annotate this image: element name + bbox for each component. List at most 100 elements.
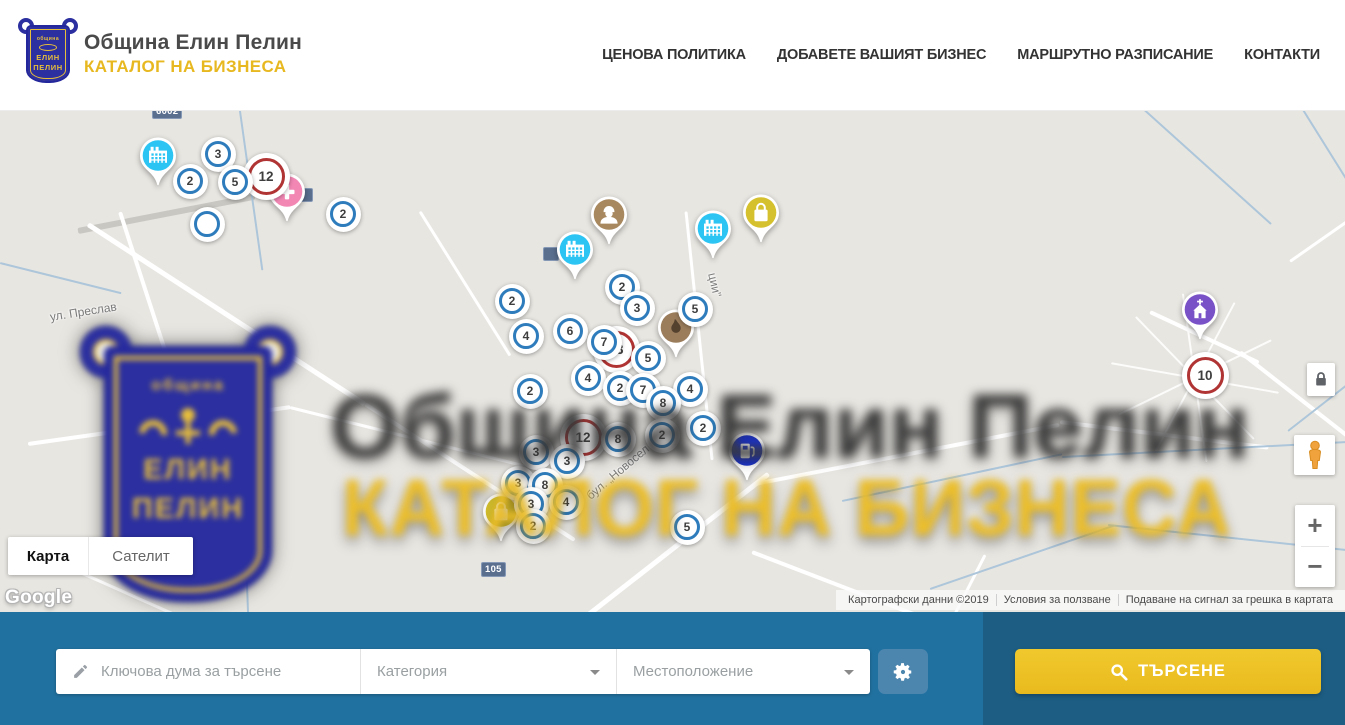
category-pin-church[interactable] bbox=[1180, 290, 1220, 342]
attribution-copyright: Картографски данни ©2019 bbox=[841, 594, 996, 606]
cluster-marker[interactable] bbox=[190, 207, 225, 242]
search-icon bbox=[1110, 663, 1128, 681]
cluster-marker[interactable]: 8 bbox=[601, 422, 636, 457]
cluster-marker[interactable]: 2 bbox=[495, 284, 530, 319]
map-canvas[interactable]: 6002105ул. Преславбул. „Новоселции" 1232… bbox=[0, 110, 1345, 612]
cluster-marker[interactable]: 2 bbox=[326, 197, 361, 232]
crest-name-line1: ЕЛИН bbox=[36, 53, 59, 62]
advanced-settings-button[interactable] bbox=[878, 649, 928, 694]
site-title: Община Елин Пелин bbox=[84, 31, 302, 55]
search-input-group: Категория Местоположение bbox=[56, 649, 870, 694]
lock-icon bbox=[1314, 371, 1328, 388]
map-type-satellite-button[interactable]: Сателит bbox=[88, 537, 193, 575]
road-badge: 105 bbox=[481, 562, 506, 577]
cluster-count: 3 bbox=[624, 295, 650, 321]
cluster-count: 2 bbox=[690, 415, 716, 441]
location-dropdown[interactable]: Местоположение bbox=[616, 649, 870, 694]
cluster-marker[interactable]: 4 bbox=[549, 485, 584, 520]
brand-logo[interactable]: община ЕЛИН ПЕЛИН Община Елин Пелин КАТА… bbox=[22, 20, 302, 88]
google-logo[interactable]: Google bbox=[5, 587, 72, 609]
attribution-terms-link[interactable]: Условия за ползване bbox=[996, 594, 1118, 606]
attribution-report-link[interactable]: Подаване на сигнал за грешка в картата bbox=[1118, 594, 1340, 606]
road-badge: 6002 bbox=[152, 110, 182, 119]
road-line bbox=[87, 222, 366, 406]
street-label: ул. Преслав bbox=[49, 300, 118, 324]
search-button-label: ТЪРСЕНЕ bbox=[1138, 662, 1226, 681]
cluster-count bbox=[194, 211, 220, 237]
cluster-count: 6 bbox=[557, 318, 583, 344]
crest-ornament bbox=[39, 44, 57, 51]
church-icon bbox=[1180, 290, 1220, 342]
cluster-count: 2 bbox=[517, 378, 543, 404]
nav-pricing-policy[interactable]: ЦЕНОВА ПОЛИТИКА bbox=[602, 47, 746, 63]
chevron-down-icon bbox=[844, 670, 854, 675]
gear-icon bbox=[892, 661, 914, 683]
map-type-map-button[interactable]: Карта bbox=[8, 537, 88, 575]
cluster-marker[interactable]: 5 bbox=[631, 341, 666, 376]
zoom-control: + − bbox=[1295, 505, 1335, 587]
street-view-pegman-button[interactable] bbox=[1294, 435, 1335, 475]
cluster-marker[interactable]: 2 bbox=[645, 418, 680, 453]
pegman-icon bbox=[1304, 440, 1326, 470]
cluster-count: 5 bbox=[222, 169, 248, 195]
cluster-marker[interactable]: 3 bbox=[519, 435, 554, 470]
cluster-marker[interactable]: 2 bbox=[513, 374, 548, 409]
category-pin-factory[interactable] bbox=[555, 230, 595, 282]
category-dropdown[interactable]: Категория bbox=[360, 649, 616, 694]
factory-icon bbox=[693, 209, 733, 261]
lock-button[interactable] bbox=[1307, 363, 1335, 396]
search-button[interactable]: ТЪРСЕНЕ bbox=[1015, 649, 1321, 694]
cluster-count: 3 bbox=[554, 448, 580, 474]
cluster-marker[interactable]: 4 bbox=[571, 361, 606, 396]
category-pin-shopping-bag[interactable] bbox=[741, 193, 781, 245]
road-line bbox=[28, 405, 291, 446]
watermark-crest-town: община bbox=[151, 377, 225, 395]
cluster-marker[interactable]: 7 bbox=[587, 325, 622, 360]
cluster-marker[interactable]: 8 bbox=[646, 386, 681, 421]
worker-icon bbox=[589, 195, 629, 247]
nav-contacts[interactable]: КОНТАКТИ bbox=[1244, 47, 1320, 63]
river-line bbox=[930, 525, 1115, 590]
pencil-icon bbox=[72, 663, 89, 680]
cluster-count: 5 bbox=[674, 514, 700, 540]
category-pin-fuel[interactable] bbox=[727, 431, 767, 483]
cluster-marker[interactable]: 2 bbox=[516, 509, 551, 544]
cluster-marker[interactable]: 5 bbox=[670, 510, 705, 545]
factory-icon bbox=[555, 230, 595, 282]
cluster-marker[interactable]: 4 bbox=[509, 319, 544, 354]
main-nav: ЦЕНОВА ПОЛИТИКА ДОБАВЕТЕ ВАШИЯТ БИЗНЕС М… bbox=[602, 0, 1320, 110]
watermark-crest-name2: ПЕЛИН bbox=[132, 490, 244, 529]
cluster-marker[interactable]: 5 bbox=[678, 292, 713, 327]
cluster-count: 7 bbox=[591, 329, 617, 355]
category-pin-worker[interactable] bbox=[589, 195, 629, 247]
factory-icon bbox=[138, 136, 178, 188]
river-line bbox=[242, 469, 249, 612]
fuel-icon bbox=[727, 431, 767, 483]
cluster-count: 8 bbox=[650, 390, 676, 416]
keyword-search-input[interactable] bbox=[99, 662, 343, 681]
nav-route-schedule[interactable]: МАРШРУТНО РАЗПИСАНИЕ bbox=[1017, 47, 1213, 63]
category-dropdown-value: Категория bbox=[377, 663, 447, 680]
nav-add-business[interactable]: ДОБАВЕТЕ ВАШИЯТ БИЗНЕС bbox=[777, 47, 986, 63]
header: община ЕЛИН ПЕЛИН Община Елин Пелин КАТА… bbox=[0, 0, 1345, 111]
zoom-in-button[interactable]: + bbox=[1295, 505, 1335, 546]
cluster-marker[interactable]: 10 bbox=[1182, 352, 1229, 399]
zoom-out-button[interactable]: − bbox=[1295, 547, 1335, 588]
shopping-bag-icon bbox=[741, 193, 781, 245]
cluster-count: 4 bbox=[575, 365, 601, 391]
river-line bbox=[0, 262, 122, 294]
chevron-down-icon bbox=[590, 670, 600, 675]
cluster-count: 2 bbox=[330, 201, 356, 227]
cluster-count: 2 bbox=[177, 168, 203, 194]
cluster-marker[interactable]: 3 bbox=[620, 291, 655, 326]
cluster-marker[interactable]: 5 bbox=[218, 165, 253, 200]
category-pin-factory[interactable] bbox=[693, 209, 733, 261]
crest-town-label: община bbox=[37, 36, 59, 42]
road-line bbox=[1289, 191, 1345, 262]
cluster-marker[interactable]: 2 bbox=[686, 411, 721, 446]
cluster-marker[interactable]: 6 bbox=[553, 314, 588, 349]
page: община ЕЛИН ПЕЛИН Община Елин Пелин КАТА… bbox=[0, 0, 1345, 725]
road-line bbox=[290, 406, 543, 472]
street-label: ции" bbox=[705, 271, 724, 298]
category-pin-factory[interactable] bbox=[138, 136, 178, 188]
